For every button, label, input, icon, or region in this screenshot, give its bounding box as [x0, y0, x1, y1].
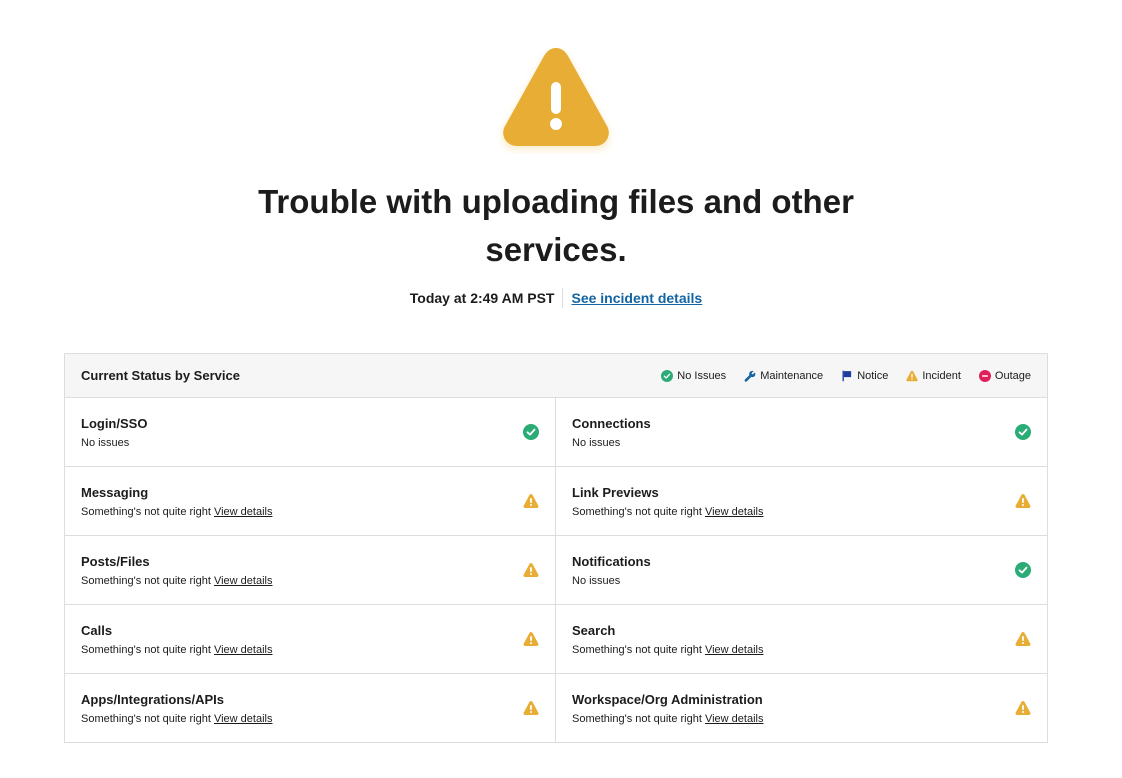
wrench-icon — [744, 370, 756, 382]
warning-icon — [523, 493, 539, 509]
check-circle-icon — [661, 369, 674, 382]
incident-meta: Today at 2:49 AM PST See incident detail… — [0, 288, 1112, 308]
status-rows: Login/SSO No issues Connections No issue… — [65, 398, 1047, 742]
service-name: Calls — [81, 623, 113, 638]
service-messaging: Messaging Something's not quite right Vi… — [65, 467, 556, 535]
service-name: Messaging — [81, 485, 149, 500]
service-posts-files: Posts/Files Something's not quite right … — [65, 536, 556, 604]
service-calls: Calls Something's not quite right View d… — [65, 605, 556, 673]
service-login-sso: Login/SSO No issues — [65, 398, 556, 466]
warning-icon — [1015, 631, 1031, 647]
service-status-text: Something's not quite right View details — [81, 575, 273, 587]
service-status-text: Something's not quite right View details — [572, 506, 764, 518]
legend-label: No Issues — [677, 369, 727, 382]
check-circle-icon — [1015, 562, 1031, 578]
legend-label: Maintenance — [760, 369, 824, 382]
service-status-text: No issues — [572, 575, 621, 587]
service-status-text: Something's not quite right View details — [81, 506, 273, 518]
legend-label: Outage — [994, 369, 1031, 382]
table-row: Calls Something's not quite right View d… — [65, 605, 1047, 674]
legend-no-issues: No Issues — [661, 369, 727, 382]
service-status-text: Something's not quite right View details — [81, 644, 273, 656]
legend-incident: Incident — [906, 370, 961, 382]
status-table-title: Current Status by Service — [81, 368, 240, 383]
service-name: Search — [572, 623, 616, 638]
warning-icon — [906, 370, 919, 382]
service-name: Login/SSO — [81, 416, 148, 431]
hero-warning-icon — [496, 42, 616, 154]
service-name: Connections — [572, 416, 651, 431]
service-search: Search Something's not quite right View … — [556, 605, 1047, 673]
service-status-text: Something's not quite right View details — [81, 713, 273, 725]
legend-outage: Outage — [978, 369, 1031, 382]
view-details-link[interactable]: View details — [214, 713, 273, 725]
service-status-text: Something's not quite right View details — [572, 713, 764, 725]
legend-label: Incident — [922, 369, 961, 382]
warning-icon — [523, 631, 539, 647]
incident-time: Today at 2:49 AM PST — [409, 290, 555, 306]
table-row: Apps/Integrations/APIs Something's not q… — [65, 674, 1047, 742]
check-circle-icon — [523, 424, 539, 440]
service-workspace-org-administration: Workspace/Org Administration Something's… — [556, 674, 1047, 742]
service-name: Link Previews — [572, 485, 659, 500]
legend-maintenance: Maintenance — [744, 370, 823, 382]
meta-divider — [562, 288, 564, 308]
warning-icon — [523, 700, 539, 716]
service-status-text: No issues — [81, 437, 130, 449]
service-name: Notifications — [572, 554, 651, 569]
see-incident-details-link[interactable]: See incident details — [571, 290, 702, 306]
warning-icon — [523, 562, 539, 578]
status-table-header: Current Status by Service No Issues Main… — [65, 354, 1047, 398]
service-status-text: Something's not quite right View details — [572, 644, 764, 656]
service-notifications: Notifications No issues — [556, 536, 1047, 604]
service-connections: Connections No issues — [556, 398, 1047, 466]
service-status-text: No issues — [572, 437, 621, 449]
warning-icon — [1015, 700, 1031, 716]
view-details-link[interactable]: View details — [214, 506, 273, 518]
minus-circle-icon — [978, 369, 991, 382]
table-row: Posts/Files Something's not quite right … — [65, 536, 1047, 605]
service-name: Workspace/Org Administration — [572, 692, 763, 707]
table-row: Messaging Something's not quite right Vi… — [65, 467, 1047, 536]
service-name: Apps/Integrations/APIs — [81, 692, 225, 707]
view-details-link[interactable]: View details — [705, 713, 764, 725]
status-legend: No Issues Maintenance Notice Incident Ou… — [661, 369, 1031, 382]
flag-icon — [841, 370, 853, 382]
service-name: Posts/Files — [81, 554, 150, 569]
view-details-link[interactable]: View details — [705, 644, 764, 656]
page-title: Trouble with uploading files and other s… — [258, 183, 854, 268]
status-table: Current Status by Service No Issues Main… — [64, 353, 1048, 743]
table-row: Login/SSO No issues Connections No issue… — [65, 398, 1047, 467]
service-apps-integrations-apis: Apps/Integrations/APIs Something's not q… — [65, 674, 556, 742]
legend-notice: Notice — [841, 370, 888, 382]
view-details-link[interactable]: View details — [705, 506, 764, 518]
legend-label: Notice — [857, 369, 889, 382]
view-details-link[interactable]: View details — [214, 575, 273, 587]
view-details-link[interactable]: View details — [214, 644, 273, 656]
service-link-previews: Link Previews Something's not quite righ… — [556, 467, 1047, 535]
check-circle-icon — [1015, 424, 1031, 440]
warning-icon — [1015, 493, 1031, 509]
